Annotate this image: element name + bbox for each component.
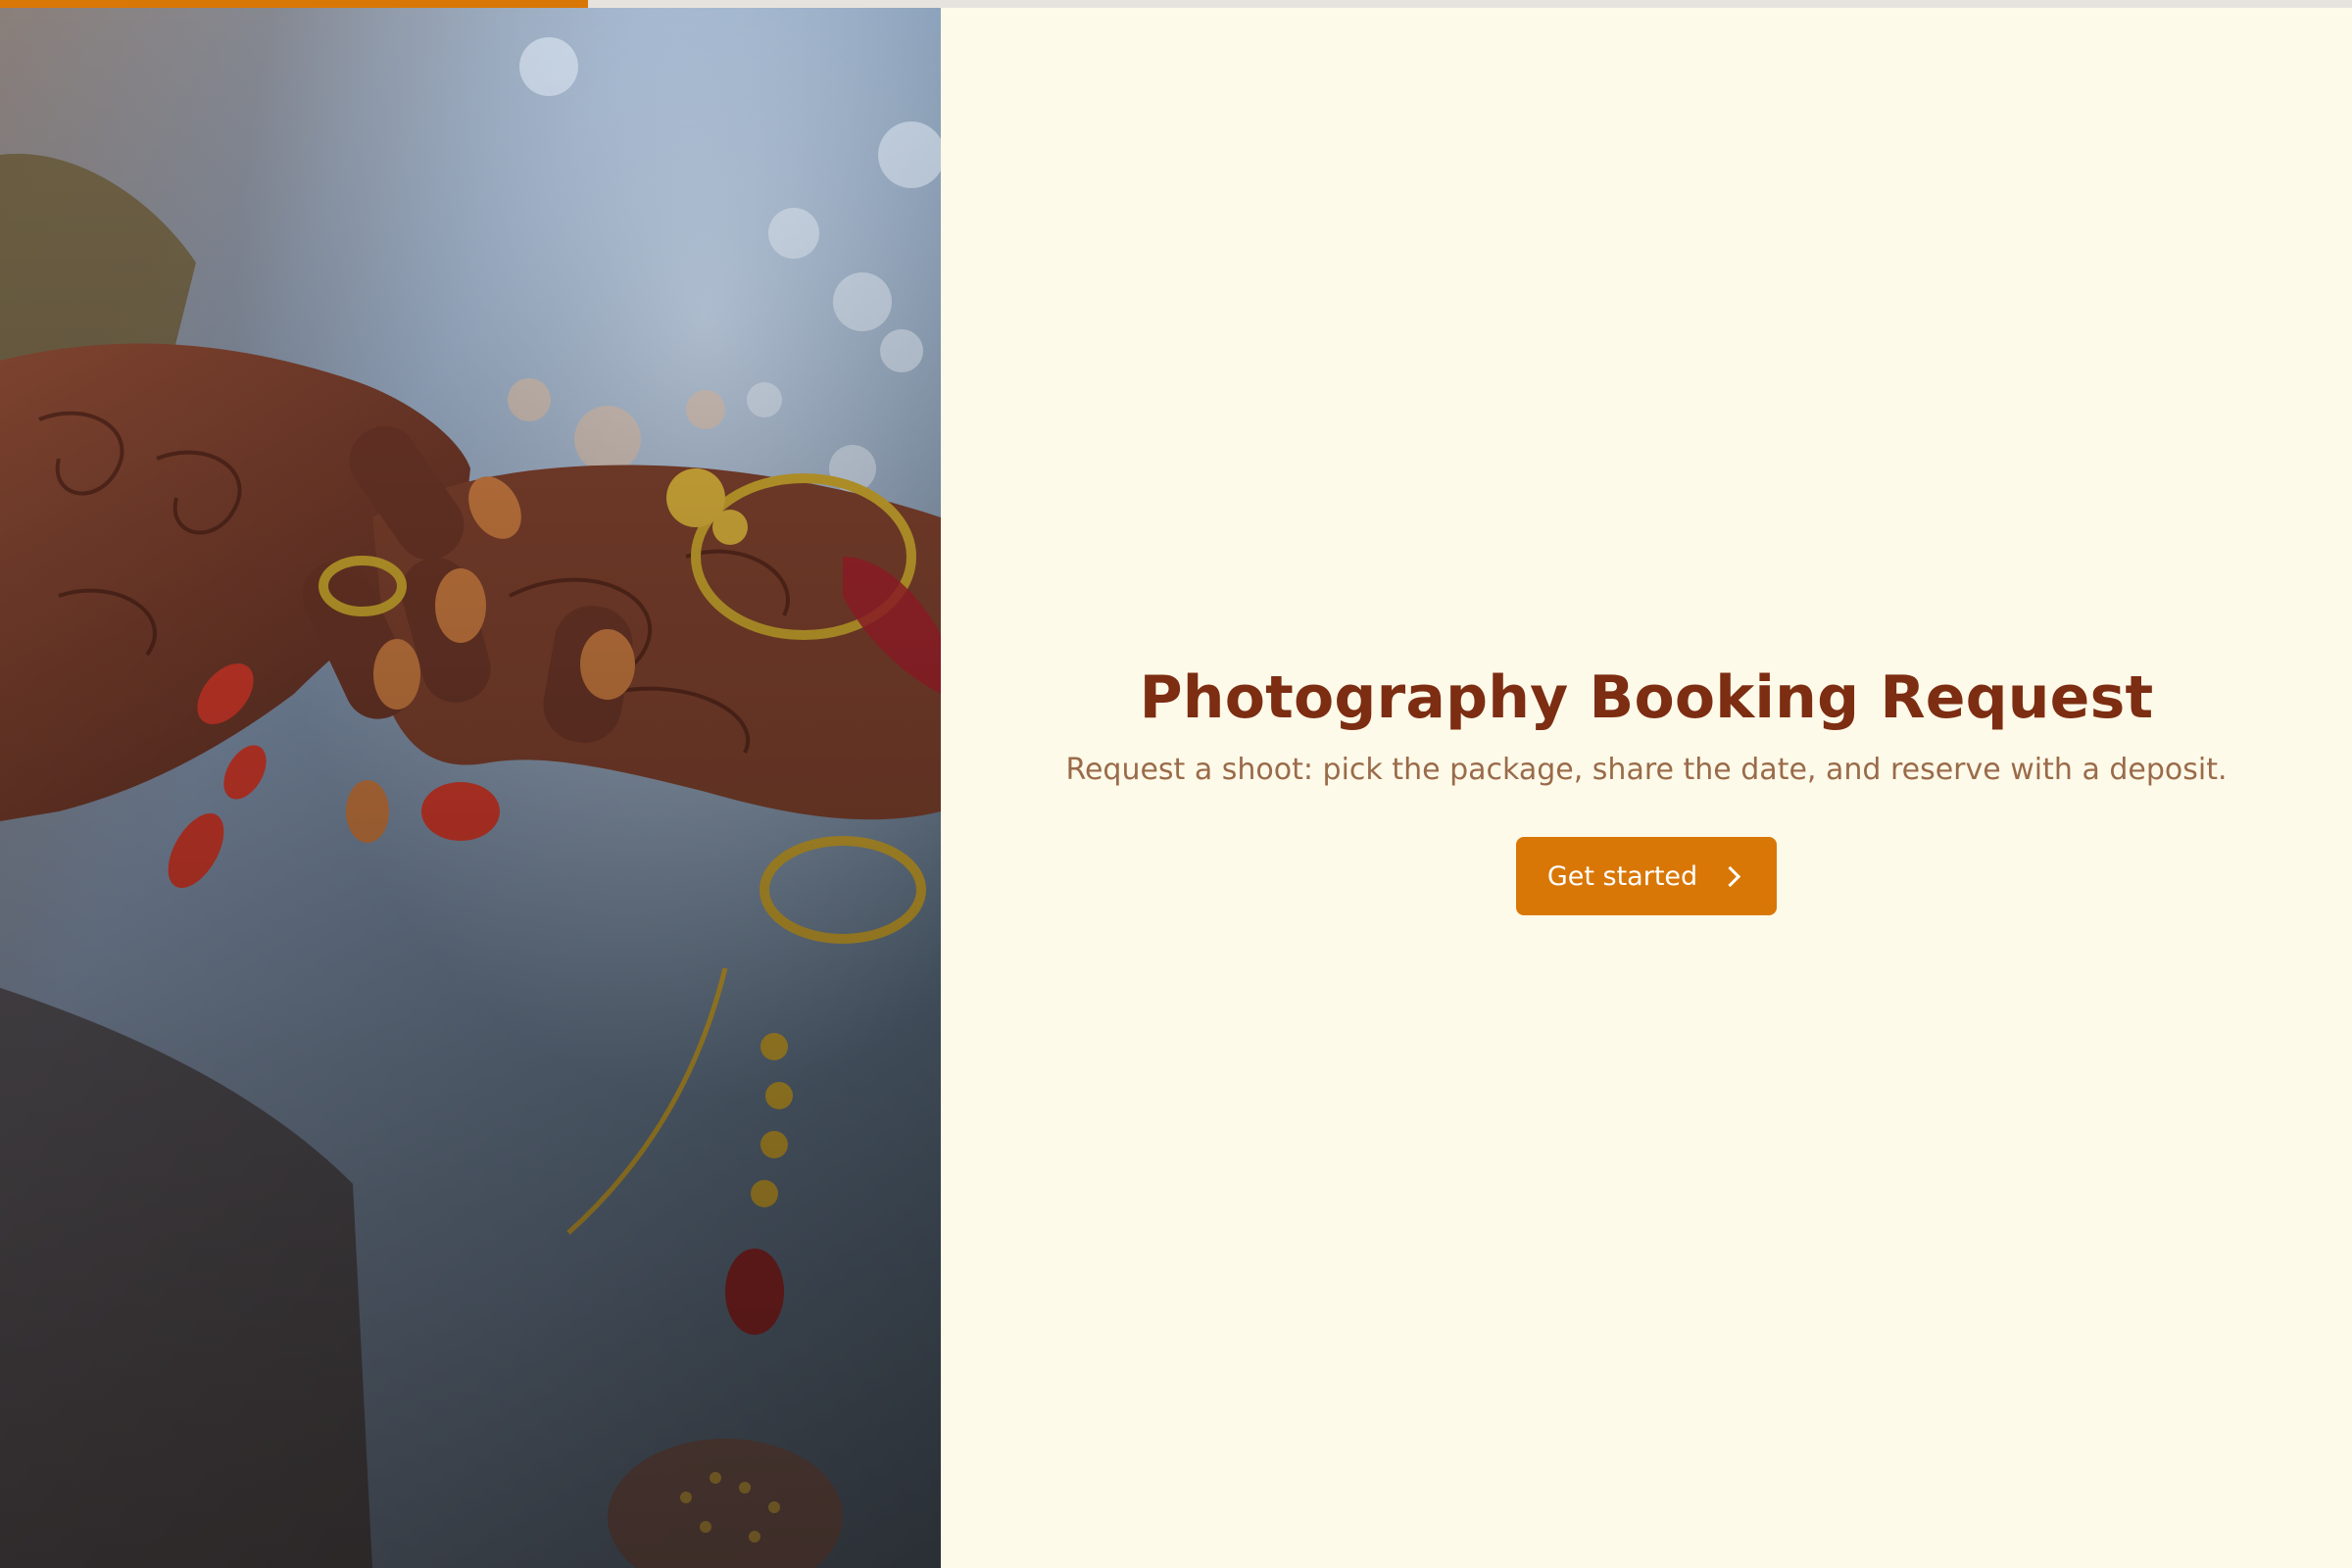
- page-title: Photography Booking Request: [1139, 663, 2154, 732]
- get-started-label: Get started: [1546, 860, 1698, 892]
- chevron-right-icon: [1720, 865, 1741, 887]
- progress-bar: [0, 0, 2352, 8]
- page-subtitle: Request a shoot: pick the package, share…: [1065, 753, 2228, 787]
- progress-bar-fill: [0, 0, 588, 8]
- content-panel: Photography Booking Request Request a sh…: [941, 8, 2352, 1568]
- hero-photo: [0, 8, 941, 1568]
- get-started-button[interactable]: Get started: [1515, 837, 1778, 915]
- intro-section: Photography Booking Request Request a sh…: [941, 657, 2352, 915]
